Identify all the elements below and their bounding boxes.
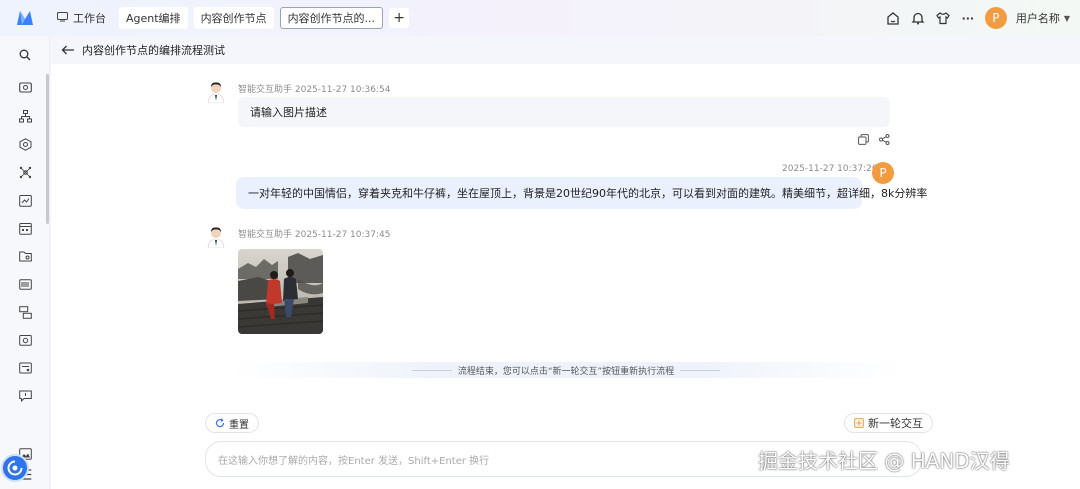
logo-icon — [17, 11, 33, 25]
camera-folder-icon[interactable] — [17, 332, 33, 348]
keyboard-icon[interactable] — [17, 276, 33, 292]
bot-avatar — [206, 226, 226, 249]
chevron-down-icon[interactable]: ▼ — [1064, 14, 1070, 23]
refresh-icon — [215, 418, 225, 428]
message-meta: 智能交互助手 2025-11-27 10:36:54 — [238, 85, 391, 95]
user-message-bubble: 一对年轻的中国情侣，穿着夹克和牛仔裤，坐在屋顶上，背景是20世纪90年代的北京，… — [236, 177, 927, 209]
new-round-button[interactable]: 新一轮交互 — [844, 413, 933, 433]
hierarchy-icon[interactable] — [17, 108, 33, 124]
tab-workbench[interactable]: 工作台 — [50, 7, 113, 29]
reset-button[interactable]: 重置 — [205, 413, 259, 433]
flow-end-notice: 流程结束，您可以点击“新一轮交互”按钮重新执行流程 — [231, 362, 901, 378]
layers-icon[interactable] — [17, 304, 33, 320]
search-icon[interactable] — [17, 47, 33, 63]
shirt-icon[interactable] — [935, 10, 951, 26]
calendar-icon[interactable] — [17, 220, 33, 236]
folder-icon[interactable] — [17, 248, 33, 264]
app-logo[interactable] — [0, 10, 50, 26]
more-icon[interactable]: ··· — [960, 10, 976, 26]
tab-label: 工作台 — [73, 12, 106, 25]
top-right-tools: ··· P 用户名称 ▼ — [885, 0, 1070, 36]
image-card-icon[interactable] — [17, 360, 33, 376]
tab-agent-orchestration[interactable]: Agent编排 — [119, 7, 188, 29]
user-avatar[interactable]: P — [984, 7, 1007, 29]
message-icon[interactable] — [17, 388, 33, 404]
chat-panel: 智能交互助手 2025-11-27 10:36:54 请输入图片描述 2025-… — [51, 64, 1080, 489]
generated-image[interactable] — [238, 249, 323, 334]
back-arrow-icon[interactable] — [61, 45, 75, 55]
tab-content-node[interactable]: 内容创作节点 — [193, 7, 274, 29]
input-placeholder: 在这输入你想了解的内容，按Enter 发送，Shift+Enter 换行 — [218, 455, 490, 467]
nodes-icon[interactable] — [17, 164, 33, 180]
assistant-icon — [7, 460, 23, 476]
watermark: 掘金技术社区 @ HAND汉得 — [758, 449, 1010, 473]
copy-icon[interactable] — [858, 134, 869, 148]
reset-label: 重置 — [229, 419, 249, 431]
add-tab-button[interactable]: + — [389, 8, 410, 28]
assistant-float-button[interactable] — [1, 454, 29, 482]
new-chat-icon — [854, 418, 864, 428]
message-meta: 智能交互助手 2025-11-27 10:37:45 — [238, 230, 391, 240]
message-text: 一对年轻的中国情侣，穿着夹克和牛仔裤，坐在屋顶上，背景是20世纪90年代的北京，… — [248, 187, 928, 200]
user-name[interactable]: 用户名称 — [1016, 10, 1060, 26]
user-message-avatar: P — [872, 162, 894, 184]
divider — [680, 369, 721, 371]
more-text: ··· — [961, 11, 975, 25]
bell-icon[interactable] — [910, 10, 926, 26]
top-bar: 工作台 Agent编排 内容创作节点 内容创作节点的... + ··· P 用户… — [0, 0, 1080, 36]
tab-label: 内容创作节点的... — [287, 12, 376, 25]
page-title: 内容创作节点的编排流程测试 — [82, 44, 225, 57]
message-text: 请输入图片描述 — [250, 106, 327, 119]
message-meta: 2025-11-27 10:37:26 — [782, 164, 878, 174]
tab-label: 内容创作节点 — [200, 12, 267, 25]
monitor-icon — [57, 11, 68, 25]
share-icon[interactable] — [879, 134, 890, 148]
tab-label: Agent编排 — [126, 12, 181, 25]
flow-end-text: 流程结束，您可以点击“新一轮交互”按钮重新执行流程 — [457, 366, 675, 377]
page-header: 内容创作节点的编排流程测试 — [51, 36, 1080, 64]
avatar-letter: P — [992, 11, 1000, 25]
screen-icon[interactable] — [17, 80, 33, 96]
divider — [411, 369, 452, 371]
bot-message-bubble: 请输入图片描述 — [238, 97, 890, 127]
calendar-chart-icon[interactable] — [17, 192, 33, 208]
message-actions — [858, 134, 890, 148]
avatar-letter: P — [879, 166, 887, 180]
tab-content-node-test[interactable]: 内容创作节点的... — [279, 7, 384, 29]
sidebar-scrollbar[interactable] — [46, 74, 49, 224]
bot-avatar — [206, 81, 226, 104]
new-round-label: 新一轮交互 — [868, 417, 923, 430]
cube-icon[interactable] — [17, 136, 33, 152]
plus-icon: + — [393, 10, 405, 26]
sidebar — [0, 36, 50, 489]
home-icon[interactable] — [885, 10, 901, 26]
